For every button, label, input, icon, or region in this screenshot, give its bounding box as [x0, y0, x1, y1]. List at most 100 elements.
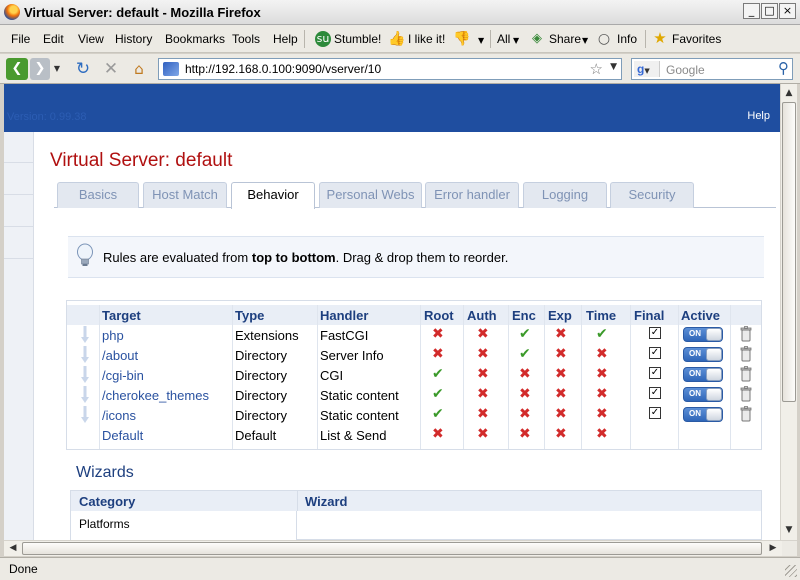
home-icon[interactable]: ⌂: [129, 58, 149, 80]
reload-icon[interactable]: ↻: [73, 58, 93, 80]
rule-target-link[interactable]: /cherokee_themes: [102, 388, 209, 403]
col-auth[interactable]: Auth: [467, 308, 497, 323]
url-dropdown-icon[interactable]: ▼: [610, 62, 617, 72]
scroll-left-icon[interactable]: ◀: [6, 541, 20, 555]
scroll-down-icon[interactable]: ▼: [782, 522, 796, 538]
rule-target-link[interactable]: /about: [102, 348, 138, 363]
rule-target-link[interactable]: php: [102, 328, 124, 343]
menu-history[interactable]: History: [115, 32, 152, 46]
wizards-title: Wizards: [76, 464, 134, 481]
tab-security[interactable]: Security: [610, 182, 694, 208]
table-row[interactable]: /about Directory Server Info ✖ ✖ ✔ ✖ ✖ ✓ ON: [67, 345, 761, 365]
delete-rule-icon[interactable]: [739, 326, 753, 342]
resize-grip-icon[interactable]: [785, 565, 797, 577]
info-bubble-icon: ○: [597, 31, 611, 47]
delete-rule-icon[interactable]: [739, 386, 753, 402]
url-bar[interactable]: http://192.168.0.100:9090/vserver/10 ☆ ▼: [158, 58, 622, 80]
col-active[interactable]: Active: [681, 308, 720, 323]
table-row[interactable]: /cherokee_themes Directory Static content ✔…: [67, 385, 761, 405]
delete-rule-icon[interactable]: [739, 366, 753, 382]
cross-icon: ✖: [555, 366, 567, 382]
i-like-it-button[interactable]: I like it!: [408, 32, 445, 46]
col-final[interactable]: Final: [634, 308, 664, 323]
final-checkbox[interactable]: ✓: [649, 387, 661, 399]
thumbs-down-icon[interactable]: 👎: [453, 31, 470, 47]
help-link[interactable]: Help: [747, 110, 770, 122]
final-checkbox[interactable]: ✓: [649, 407, 661, 419]
active-toggle[interactable]: ON: [683, 367, 723, 382]
col-enc[interactable]: Enc: [512, 308, 536, 323]
active-toggle[interactable]: ON: [683, 347, 723, 362]
stumble-button[interactable]: Stumble!: [334, 32, 381, 46]
tab-personal-webs[interactable]: Personal Webs: [319, 182, 422, 208]
search-box[interactable]: g▼ Google ⚲: [631, 58, 793, 80]
stumble-dropdown-icon[interactable]: ▼: [478, 36, 484, 45]
maximize-button[interactable]: □: [761, 3, 778, 19]
stop-icon[interactable]: ✕: [101, 58, 121, 80]
all-dropdown-icon[interactable]: ▼: [513, 36, 519, 45]
vertical-scroll-thumb[interactable]: [782, 102, 796, 402]
active-toggle[interactable]: ON: [683, 327, 723, 342]
col-type[interactable]: Type: [235, 308, 264, 323]
drag-handle-icon[interactable]: [81, 366, 89, 383]
all-button[interactable]: All: [497, 32, 510, 46]
menu-tools[interactable]: Tools: [232, 32, 260, 46]
col-wizard: Wizard: [305, 494, 348, 509]
tab-host-match[interactable]: Host Match: [143, 182, 227, 208]
left-nav-divider: [4, 258, 34, 259]
final-checkbox[interactable]: ✓: [649, 367, 661, 379]
menu-help[interactable]: Help: [273, 32, 298, 46]
tab-behavior[interactable]: Behavior: [231, 182, 315, 209]
tab-logging[interactable]: Logging: [523, 182, 607, 208]
final-checkbox[interactable]: ✓: [649, 347, 661, 359]
table-row[interactable]: Default Default List & Send ✖ ✖ ✖ ✖ ✖: [67, 425, 761, 445]
rule-target-link[interactable]: Default: [102, 428, 143, 443]
url-text[interactable]: http://192.168.0.100:9090/vserver/10: [185, 62, 381, 76]
horizontal-scrollbar[interactable]: ◀ ▶: [4, 540, 797, 556]
category-item[interactable]: Platforms: [71, 511, 297, 540]
favorites-button[interactable]: Favorites: [672, 32, 721, 46]
share-dropdown-icon[interactable]: ▼: [582, 36, 588, 45]
drag-handle-icon[interactable]: [81, 386, 89, 403]
menu-file[interactable]: File: [11, 32, 30, 46]
table-row[interactable]: /icons Directory Static content ✔ ✖ ✖ ✖ ✖ ✓ ON: [67, 405, 761, 425]
drag-handle-icon[interactable]: [81, 346, 89, 363]
tab-basics[interactable]: Basics: [57, 182, 139, 208]
table-row[interactable]: php Extensions FastCGI ✖ ✖ ✔ ✖ ✔ ✓ ON: [67, 325, 761, 345]
rule-target-link[interactable]: /icons: [102, 408, 136, 423]
active-toggle[interactable]: ON: [683, 387, 723, 402]
delete-rule-icon[interactable]: [739, 406, 753, 422]
bookmark-star-icon[interactable]: ☆: [590, 60, 603, 78]
final-checkbox[interactable]: ✓: [649, 327, 661, 339]
tab-error-handler[interactable]: Error handler: [425, 182, 519, 208]
history-dropdown-icon[interactable]: ▼: [52, 58, 62, 80]
active-toggle[interactable]: ON: [683, 407, 723, 422]
col-exp[interactable]: Exp: [548, 308, 572, 323]
table-row[interactable]: /cgi-bin Directory CGI ✔ ✖ ✖ ✖ ✖ ✓ ON: [67, 365, 761, 385]
search-placeholder[interactable]: Google: [666, 63, 705, 77]
col-time[interactable]: Time: [586, 308, 616, 323]
back-button[interactable]: ❮: [6, 58, 28, 80]
search-icon[interactable]: ⚲: [778, 59, 789, 77]
menu-bookmarks[interactable]: Bookmarks: [165, 32, 225, 46]
google-engine-icon[interactable]: g▼: [634, 61, 660, 77]
vertical-scrollbar[interactable]: ▲ ▼: [780, 84, 797, 540]
menu-edit[interactable]: Edit: [43, 32, 64, 46]
share-button[interactable]: Share: [549, 32, 581, 46]
forward-button[interactable]: ❯: [30, 58, 50, 80]
menu-view[interactable]: View: [78, 32, 104, 46]
horizontal-scroll-thumb[interactable]: [22, 542, 762, 555]
info-button[interactable]: Info: [617, 32, 637, 46]
minimize-button[interactable]: _: [743, 3, 760, 19]
col-root[interactable]: Root: [424, 308, 454, 323]
scroll-up-icon[interactable]: ▲: [782, 85, 796, 101]
rule-target-link[interactable]: /cgi-bin: [102, 368, 144, 383]
close-button[interactable]: ×: [779, 3, 796, 19]
col-handler[interactable]: Handler: [320, 308, 368, 323]
drag-handle-icon[interactable]: [81, 406, 89, 423]
drag-handle-icon[interactable]: [81, 326, 89, 343]
scroll-right-icon[interactable]: ▶: [766, 541, 780, 555]
col-target[interactable]: Target: [102, 308, 141, 323]
delete-rule-icon[interactable]: [739, 346, 753, 362]
firefox-icon: [4, 4, 20, 20]
